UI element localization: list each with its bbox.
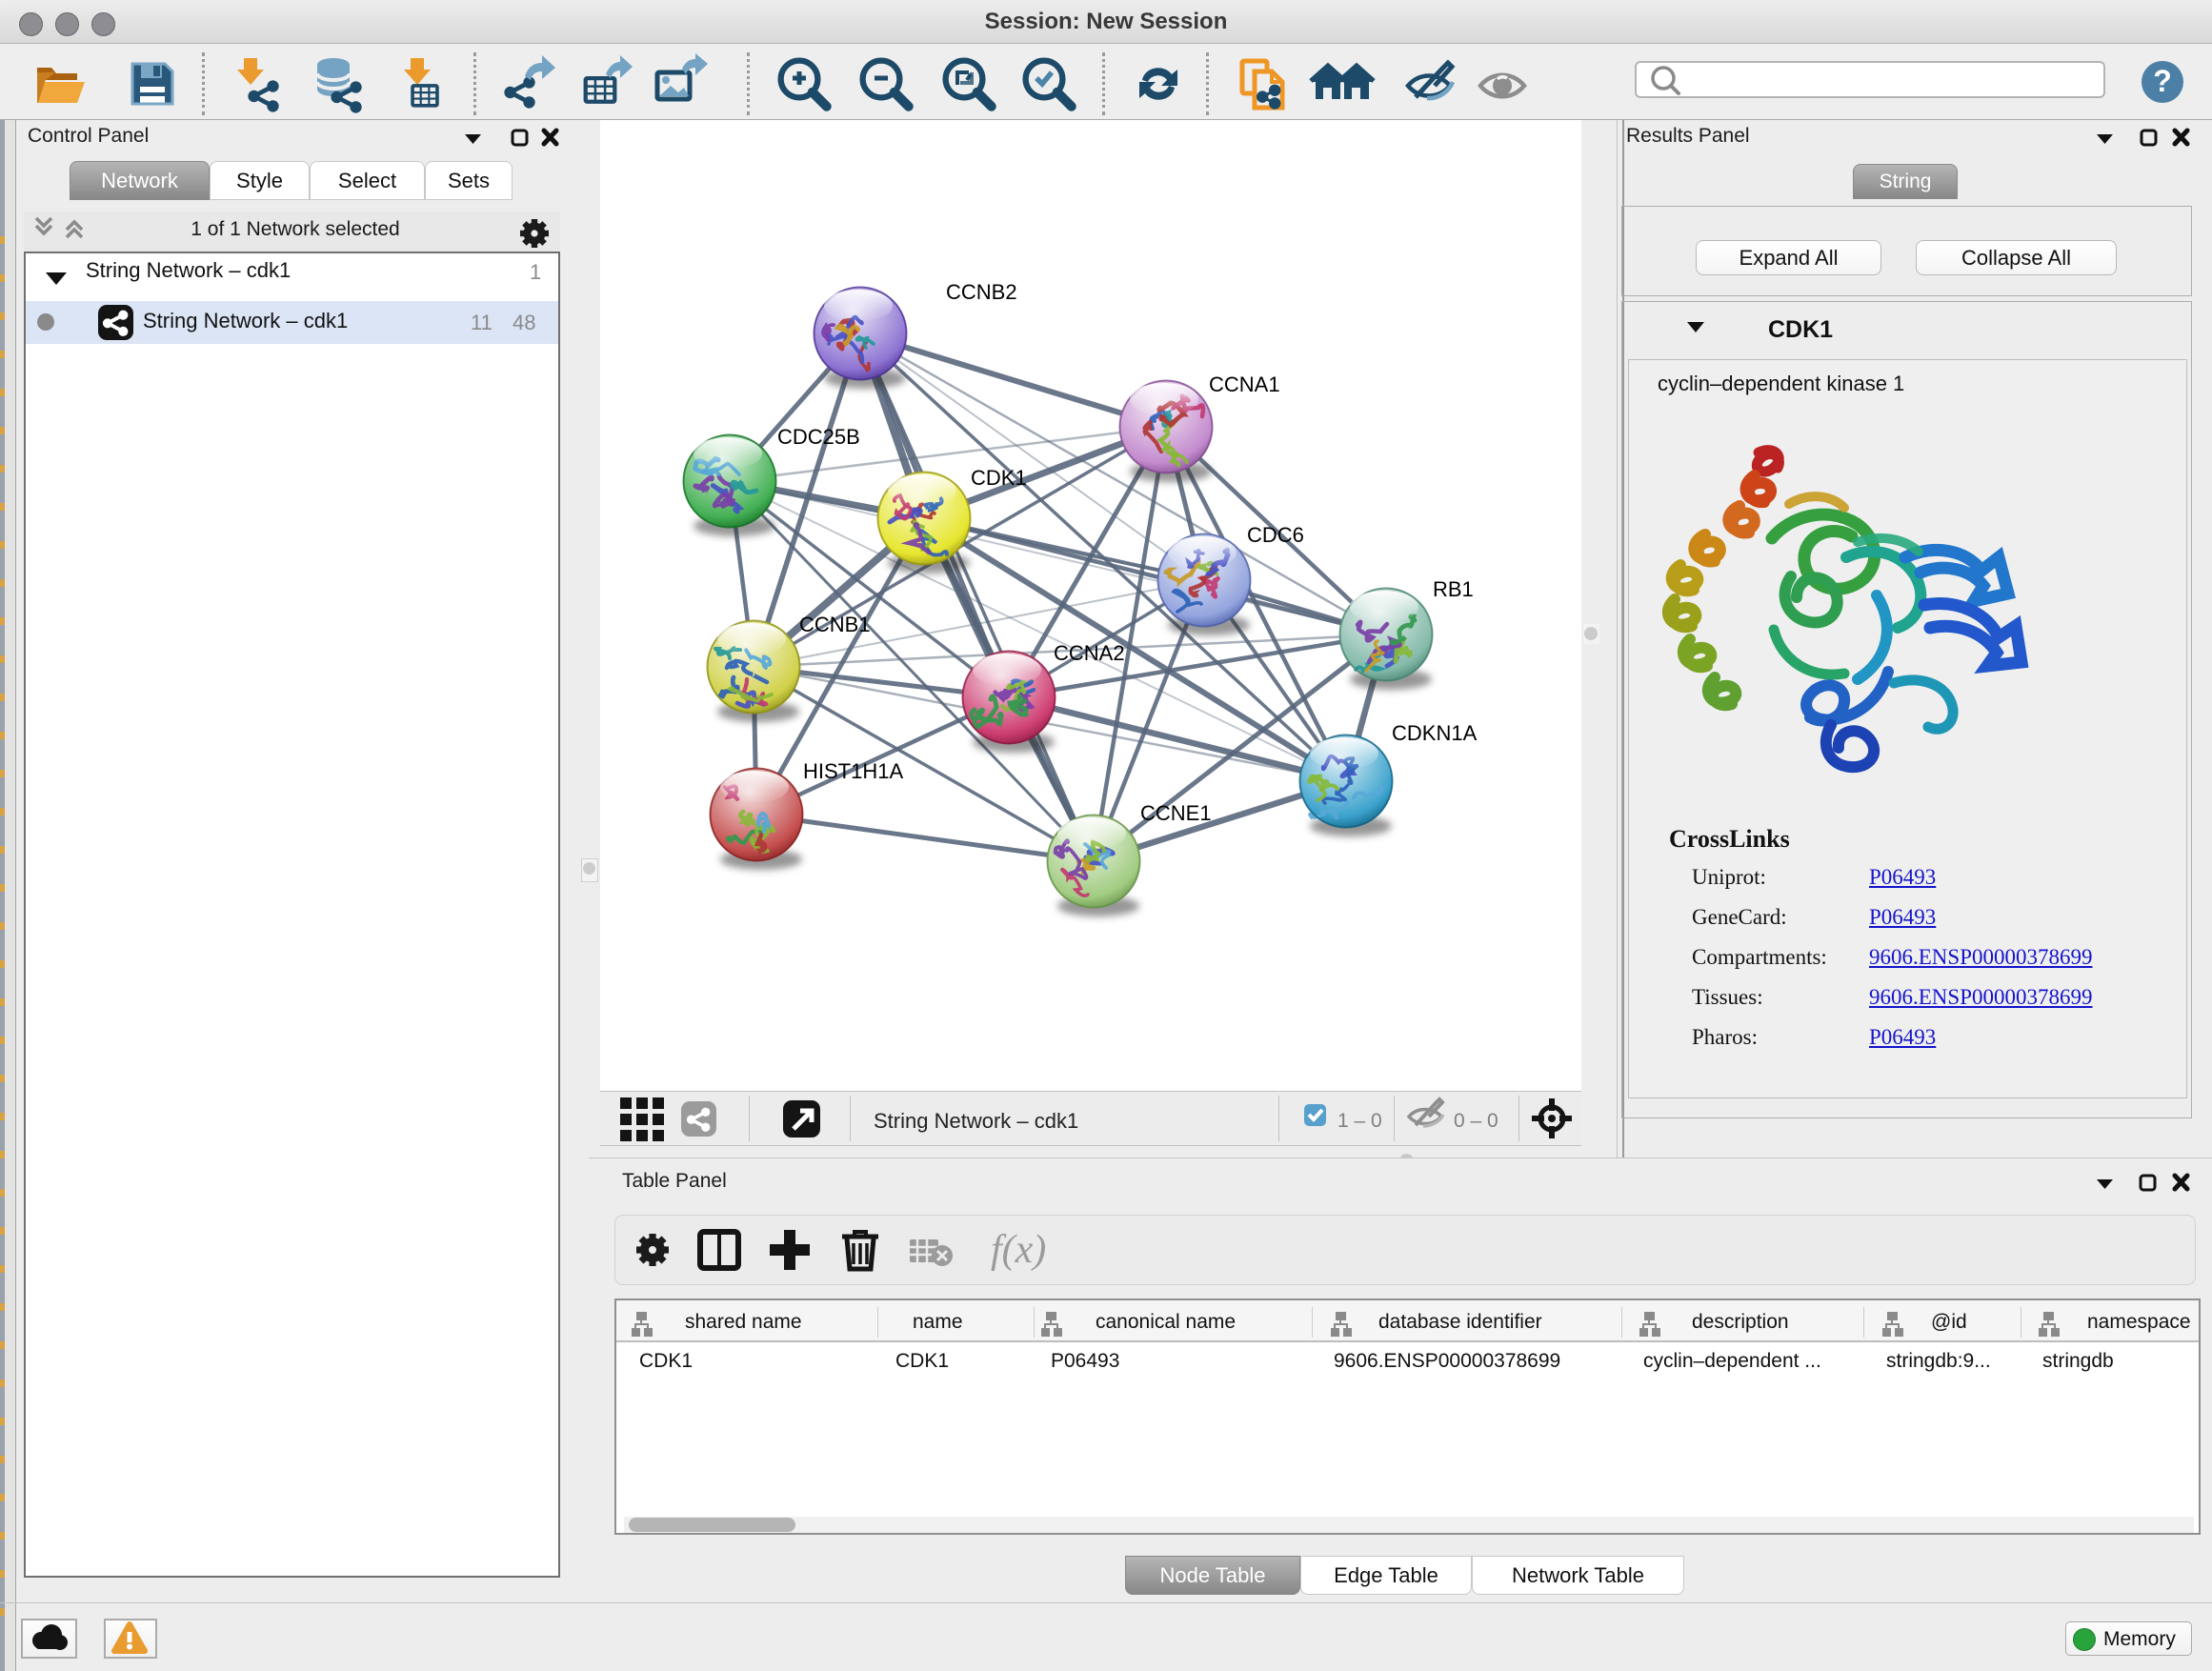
- svg-text:?: ?: [2153, 64, 2172, 98]
